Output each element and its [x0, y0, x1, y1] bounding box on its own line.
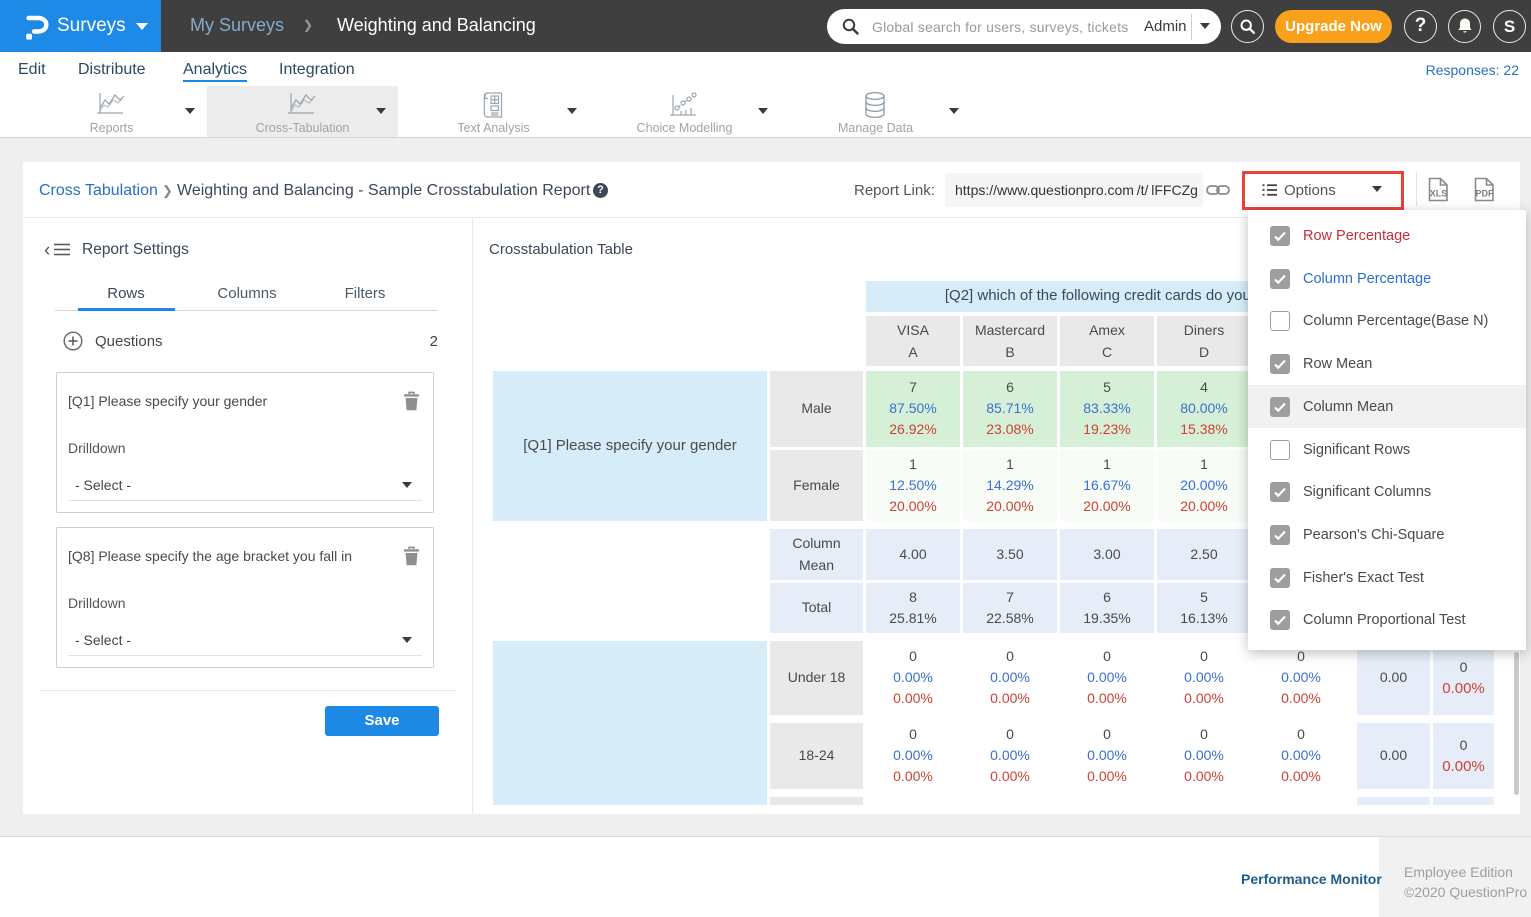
svg-text:PDF: PDF: [1476, 189, 1495, 199]
svg-text:XLS: XLS: [1430, 189, 1448, 199]
